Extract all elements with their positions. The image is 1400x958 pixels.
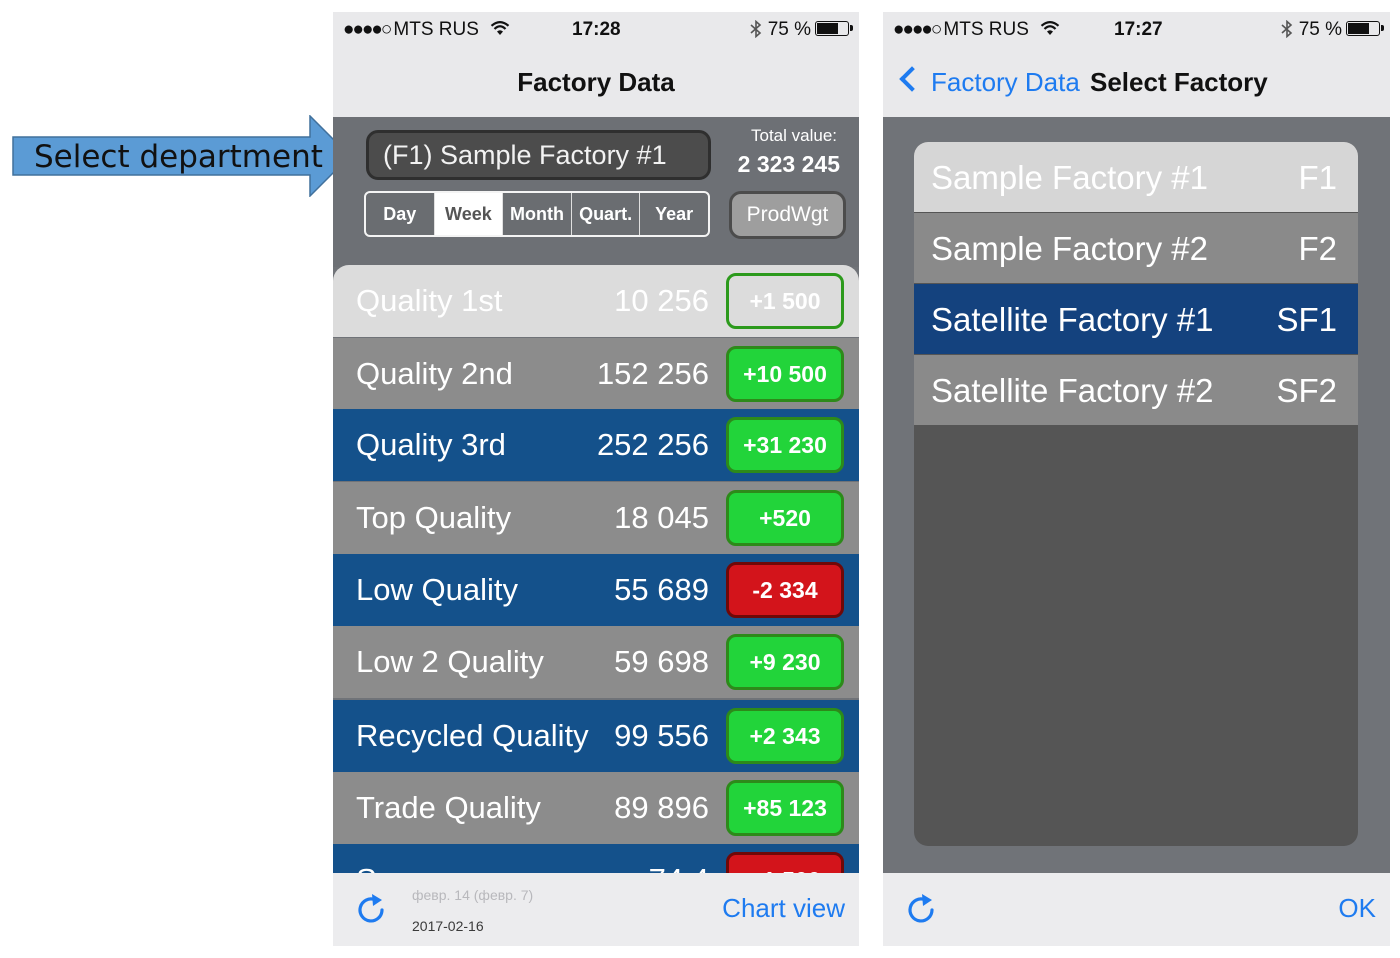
- row-delta-badge: -2 334: [726, 562, 844, 618]
- battery-icon: [815, 21, 853, 36]
- chart-view-button[interactable]: Chart view: [722, 893, 845, 924]
- row-label: Low Quality: [356, 572, 518, 607]
- row-value: 59 698: [614, 644, 709, 679]
- list-item[interactable]: Low 2 Quality 59 698 +9 230: [333, 626, 859, 698]
- row-delta-badge: +10 500: [726, 346, 844, 402]
- factory-code: F1: [1298, 159, 1337, 196]
- row-label: Top Quality: [356, 500, 512, 535]
- factory-option[interactable]: Sample Factory #1 F1: [914, 142, 1358, 212]
- navigation-bar: Factory Data: [333, 48, 859, 117]
- row-value: 10 256: [614, 283, 709, 318]
- status-bar: ●●●●○ MTS RUS 17:28 75 %: [333, 12, 859, 48]
- list-item[interactable]: Trade Quality 89 896 +85 123: [333, 772, 859, 844]
- factory-name: Sample Factory #1: [931, 159, 1208, 196]
- carrier-label: MTS RUS: [943, 19, 1029, 40]
- bluetooth-icon: [750, 19, 761, 39]
- select-factory-screen: ●●●●○ MTS RUS 17:27 75 % Factory Data Sel…: [883, 12, 1390, 946]
- period-quarter[interactable]: Quart.: [572, 193, 641, 235]
- factory-code: SF1: [1276, 301, 1337, 338]
- row-value: 252 256: [596, 427, 709, 462]
- back-label: Factory Data: [931, 67, 1080, 97]
- factory-picker-list: Sample Factory #1 F1 Sample Factory #2 F…: [914, 142, 1358, 846]
- list-item[interactable]: Low Quality 55 689 -2 334: [333, 554, 859, 626]
- quality-list: Quality 1st 10 256 +1 500 Quality 2nd 15…: [333, 265, 859, 875]
- list-item[interactable]: S 74 4 +1 500: [333, 844, 859, 875]
- status-time: 17:28: [572, 19, 621, 40]
- factory-name: Sample Factory #2: [931, 230, 1208, 267]
- factory-name: Satellite Factory #2: [931, 372, 1214, 409]
- chevron-left-icon: [899, 66, 925, 92]
- factory-code: F2: [1298, 230, 1337, 267]
- select-department-callout: Select department: [12, 115, 352, 197]
- status-bar: ●●●●○ MTS RUS 17:27 75 %: [883, 12, 1390, 48]
- total-value-label: Total value:: [751, 126, 837, 145]
- bluetooth-icon: [1281, 19, 1292, 39]
- factory-option[interactable]: Satellite Factory #2 SF2: [914, 355, 1358, 425]
- factory-data-screen: ●●●●○ MTS RUS 17:28 75 % Factory Data (F1…: [333, 12, 859, 946]
- date-label: 2017-02-16: [412, 918, 484, 934]
- refresh-icon[interactable]: [905, 893, 939, 927]
- row-value: 99 556: [614, 718, 709, 753]
- ok-button[interactable]: OK: [1338, 893, 1376, 924]
- date-range-label: февр. 14 (февр. 7): [412, 887, 534, 903]
- period-month[interactable]: Month: [503, 193, 572, 235]
- row-value: 89 896: [614, 790, 709, 825]
- row-delta-badge: +85 123: [726, 780, 844, 836]
- factory-name: Satellite Factory #1: [931, 301, 1214, 338]
- page-title: Factory Data: [517, 67, 675, 97]
- period-week[interactable]: Week: [434, 193, 504, 235]
- bottom-toolbar: февр. 14 (февр. 7) 2017-02-16 Chart view: [333, 873, 859, 946]
- status-time: 17:27: [1114, 19, 1163, 40]
- row-label: Recycled Quality: [356, 718, 589, 753]
- row-label: Quality 1st: [356, 283, 503, 318]
- factory-option[interactable]: Satellite Factory #1 SF1: [914, 284, 1358, 354]
- prodwgt-button[interactable]: ProdWgt: [729, 191, 846, 239]
- list-item[interactable]: Top Quality 18 045 +520: [333, 482, 859, 554]
- period-day[interactable]: Day: [366, 193, 435, 235]
- list-item[interactable]: Quality 2nd 152 256 +10 500: [333, 338, 859, 410]
- total-value: 2 323 245: [737, 151, 840, 177]
- row-delta-badge: +520: [726, 490, 844, 546]
- period-segmented-control: Day Week Month Quart. Year: [364, 191, 710, 237]
- row-delta-badge: +2 343: [726, 708, 844, 764]
- battery-percent: 75 %: [1298, 19, 1342, 40]
- row-value: 18 045: [614, 500, 709, 535]
- row-label: Quality 2nd: [356, 356, 513, 391]
- row-delta-badge: +1 500: [726, 852, 844, 875]
- back-button[interactable]: Factory Data: [897, 66, 1080, 98]
- factory-option[interactable]: Sample Factory #2 F2: [914, 213, 1358, 283]
- row-value: 152 256: [596, 356, 709, 391]
- battery-percent: 75 %: [767, 19, 811, 40]
- row-delta-badge: +1 500: [726, 273, 844, 329]
- battery-icon: [1346, 21, 1384, 36]
- row-label: Low 2 Quality: [356, 644, 544, 679]
- list-item[interactable]: Recycled Quality 99 556 +2 343: [333, 700, 859, 772]
- refresh-icon[interactable]: [355, 893, 389, 927]
- list-item[interactable]: Quality 3rd 252 256 +31 230: [333, 409, 859, 481]
- factory-code: SF2: [1276, 372, 1337, 409]
- bottom-toolbar: OK: [883, 873, 1390, 946]
- carrier-label: MTS RUS: [393, 19, 479, 40]
- row-label: Quality 3rd: [356, 427, 506, 462]
- navigation-bar: Factory Data Select Factory: [883, 48, 1390, 117]
- wifi-icon: [1040, 21, 1060, 35]
- signal-icon: ●●●●○: [343, 19, 392, 40]
- row-label: Trade Quality: [356, 790, 541, 825]
- row-delta-badge: +9 230: [726, 634, 844, 690]
- row-delta-badge: +31 230: [726, 417, 844, 473]
- header-controls: (F1) Sample Factory #1 Total value: 2 32…: [333, 117, 859, 267]
- list-item[interactable]: Quality 1st 10 256 +1 500: [333, 265, 859, 337]
- period-year[interactable]: Year: [640, 193, 708, 235]
- wifi-icon: [490, 21, 510, 35]
- factory-selector-button[interactable]: (F1) Sample Factory #1: [366, 130, 711, 180]
- signal-icon: ●●●●○: [893, 19, 942, 40]
- callout-text: Select department: [34, 139, 323, 175]
- page-title: Select Factory: [1090, 67, 1268, 97]
- row-value: 55 689: [614, 572, 709, 607]
